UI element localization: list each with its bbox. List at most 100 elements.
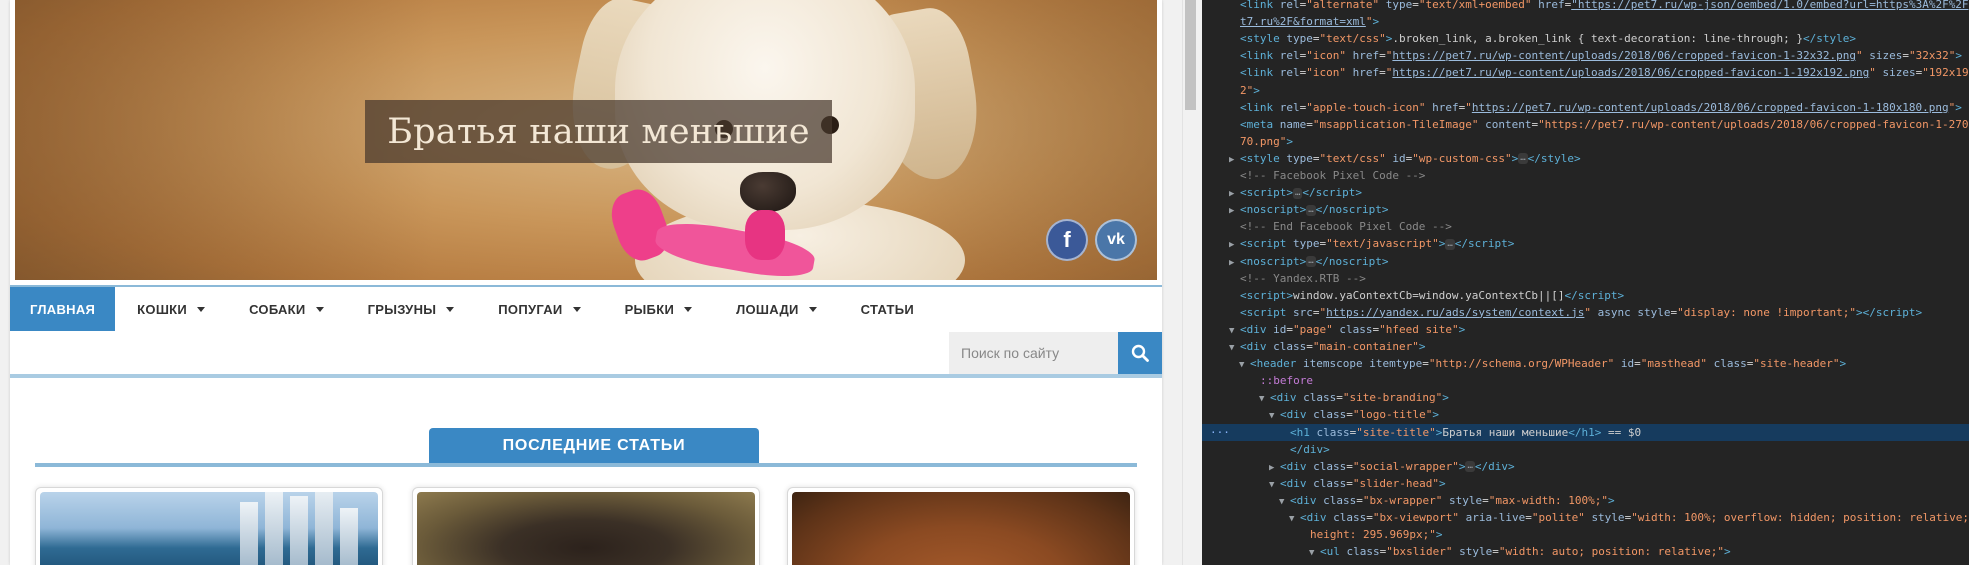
article-thumbnail-city[interactable] bbox=[40, 492, 378, 565]
dom-tree-node[interactable]: ▼ <div class="slider-head"> bbox=[1202, 475, 1969, 492]
dom-node-markup: <script>… </script> bbox=[1240, 186, 1363, 200]
nav-divider bbox=[10, 374, 1162, 378]
dom-tree-node[interactable]: <h1 class="site-title">Братья наши меньш… bbox=[1202, 423, 1969, 441]
nav-item[interactable]: ЛОШАДИ bbox=[714, 287, 839, 331]
search-button[interactable] bbox=[1118, 332, 1162, 374]
dom-tree-node[interactable]: <link rel="icon" href="https://pet7.ru/w… bbox=[1202, 64, 1969, 81]
node-actions-icon[interactable]: ··· bbox=[1210, 424, 1230, 441]
vk-icon[interactable]: vk bbox=[1095, 219, 1137, 261]
dom-tree-node[interactable]: <link rel="apple-touch-icon" href="https… bbox=[1202, 99, 1969, 116]
website-viewport: Братья наши меньшие f vk ГЛАВНАЯ КОШКИ СОБ… bbox=[0, 0, 1202, 565]
search-input[interactable] bbox=[949, 332, 1118, 374]
nav-item-label: КОШКИ bbox=[137, 301, 188, 317]
latest-articles-header: ПОСЛЕДНИЕ СТАТЬИ bbox=[35, 428, 1137, 468]
caret-down-icon bbox=[684, 307, 693, 312]
nav-item[interactable]: ГЛАВНАЯ bbox=[10, 287, 116, 331]
site-title[interactable]: Братья наши меньшие bbox=[387, 112, 810, 152]
dom-tree-node[interactable]: ▶ <div class="social-wrapper">… </div> bbox=[1202, 458, 1969, 475]
dom-tree-node[interactable]: height: 295.969px;"> bbox=[1202, 526, 1969, 543]
dom-node-markup: <link rel="apple-touch-icon" href="https… bbox=[1240, 100, 1962, 114]
dom-tree-node[interactable]: 70.png"> bbox=[1202, 133, 1969, 150]
dom-tree-node[interactable]: <style type="text/css">.broken_link, a.b… bbox=[1202, 30, 1969, 47]
nav-item[interactable]: РЫБКИ bbox=[603, 287, 715, 331]
facebook-icon[interactable]: f bbox=[1046, 219, 1088, 261]
caret-down-icon bbox=[572, 307, 581, 312]
nav-item-label: ГЛАВНАЯ bbox=[30, 301, 96, 317]
dom-tree-node[interactable]: ::before bbox=[1202, 372, 1969, 389]
dom-node-markup: t7.ru%2F&format=xml"> bbox=[1240, 15, 1380, 29]
expand-arrow-icon[interactable]: ▼ bbox=[1309, 545, 1320, 562]
dom-node-markup: <style type="text/css" id="wp-custom-css… bbox=[1240, 151, 1581, 165]
nav-item-label: ГРЫЗУНЫ bbox=[367, 301, 437, 317]
hero-slider: Братья наши меньшие f vk bbox=[15, 0, 1157, 280]
dom-tree-node[interactable]: ▼ <div id="page" class="hfeed site"> bbox=[1202, 321, 1969, 338]
dom-tree-node[interactable]: <script>window.yaContextCb=window.yaCont… bbox=[1202, 287, 1969, 304]
nav-item[interactable]: СОБАКИ bbox=[227, 287, 346, 331]
dom-node-markup: <!-- End Facebook Pixel Code --> bbox=[1240, 220, 1452, 234]
dom-node-markup: <link rel="alternate" type="text/xml+oem… bbox=[1240, 0, 1969, 11]
dom-tree-node[interactable]: 2"> bbox=[1202, 82, 1969, 99]
dom-tree-node[interactable]: t7.ru%2F&format=xml"> bbox=[1202, 13, 1969, 30]
dom-tree-node[interactable]: </div> bbox=[1202, 441, 1969, 458]
nav-item-label: СТАТЬИ bbox=[860, 301, 915, 317]
dom-node-markup: <meta name="msapplication-TileImage" con… bbox=[1240, 117, 1969, 131]
dom-node-markup: <header itemscope itemtype="http://schem… bbox=[1250, 357, 1847, 371]
article-card[interactable] bbox=[35, 487, 383, 565]
dom-tree-node[interactable]: <!-- Yandex.RTB --> bbox=[1202, 270, 1969, 287]
dom-tree-node[interactable]: <!-- End Facebook Pixel Code --> bbox=[1202, 218, 1969, 235]
dom-tree-node[interactable]: ▼ <div class="site-branding"> bbox=[1202, 389, 1969, 406]
pink-ribbon bbox=[604, 180, 818, 280]
dom-node-markup: ::before bbox=[1260, 374, 1313, 388]
dom-tree-node[interactable]: ▼ <div class="bx-wrapper" style="max-widt… bbox=[1202, 492, 1969, 509]
site-search bbox=[949, 332, 1162, 374]
dom-tree-node[interactable]: ▼ <header itemscope itemtype="http://sche… bbox=[1202, 355, 1969, 372]
dom-tree-node[interactable]: ▼ <div class="logo-title"> bbox=[1202, 406, 1969, 423]
dom-tree-node[interactable]: ▶ <script type="text/javascript">… </scrip… bbox=[1202, 235, 1969, 252]
page-scrollbar[interactable] bbox=[1182, 0, 1197, 565]
dom-tree-node[interactable]: <script src="https://yandex.ru/ads/syste… bbox=[1202, 304, 1969, 321]
dom-node-markup: <script>window.yaContextCb=window.yaCont… bbox=[1240, 288, 1625, 302]
devtools-elements-panel: <link rel="alternate" type="text/xml+oem… bbox=[1202, 0, 1969, 565]
scrollbar-thumb[interactable] bbox=[1185, 0, 1196, 110]
latest-articles-title: ПОСЛЕДНИЕ СТАТЬИ bbox=[429, 428, 759, 463]
dom-node-markup: <link rel="icon" href="https://pet7.ru/w… bbox=[1240, 49, 1962, 63]
nav-item[interactable]: КОШКИ bbox=[115, 287, 227, 331]
dom-tree-node[interactable]: <!-- Facebook Pixel Code --> bbox=[1202, 167, 1969, 184]
dom-node-markup: <!-- Yandex.RTB --> bbox=[1240, 271, 1366, 285]
dom-node-markup: </div> bbox=[1290, 442, 1330, 456]
article-card[interactable] bbox=[787, 487, 1135, 565]
page-container: Братья наши меньшие f vk ГЛАВНАЯ КОШКИ СОБ… bbox=[10, 0, 1162, 565]
dom-node-markup: <link rel="icon" href="https://pet7.ru/w… bbox=[1240, 66, 1969, 80]
nav-item[interactable]: ГРЫЗУНЫ bbox=[346, 287, 477, 331]
article-thumbnail-dog[interactable] bbox=[417, 492, 755, 565]
dom-node-markup: height: 295.969px;"> bbox=[1310, 528, 1443, 542]
dom-node-markup: <div class="bx-wrapper" style="max-width… bbox=[1290, 493, 1615, 507]
dom-tree-node[interactable]: ▶ <script>… </script> bbox=[1202, 184, 1969, 201]
dom-tree-node[interactable]: <meta name="msapplication-TileImage" con… bbox=[1202, 116, 1969, 133]
dom-tree-node[interactable]: ▶ <noscript>… </noscript> bbox=[1202, 253, 1969, 270]
article-card[interactable] bbox=[412, 487, 760, 565]
dom-node-markup: <noscript>… </noscript> bbox=[1240, 254, 1389, 268]
dom-tree-node[interactable]: ▶ <style type="text/css" id="wp-custom-cs… bbox=[1202, 150, 1969, 167]
caret-down-icon bbox=[446, 307, 455, 312]
dom-node-markup: 70.png"> bbox=[1240, 134, 1293, 148]
article-thumbnail-dog[interactable] bbox=[792, 492, 1130, 565]
nav-item[interactable]: ПОПУГАИ bbox=[476, 287, 602, 331]
dom-tree-node[interactable]: <link rel="alternate" type="text/xml+oem… bbox=[1202, 0, 1969, 13]
dom-node-markup: <ul class="bxslider" style="width: auto;… bbox=[1320, 545, 1731, 559]
dom-node-markup: <div class="bx-viewport" aria-live="poli… bbox=[1300, 511, 1969, 524]
dom-node-markup: <div class="logo-title"> bbox=[1280, 408, 1439, 422]
dom-tree-node[interactable]: ▼ <div class="main-container"> bbox=[1202, 338, 1969, 355]
nav-item[interactable]: СТАТЬИ bbox=[839, 287, 936, 331]
dom-node-markup: <div id="page" class="hfeed site"> bbox=[1240, 322, 1466, 336]
main-navigation: ГЛАВНАЯ КОШКИ СОБАКИ ГРЫЗУНЫ ПОПУГАИ РЫБКИ ЛОШ… bbox=[10, 285, 1162, 331]
social-links: f vk bbox=[1046, 219, 1137, 261]
dom-node-markup: <noscript>… </noscript> bbox=[1240, 203, 1389, 217]
dom-tree-node[interactable]: ▶ <noscript>… </noscript> bbox=[1202, 201, 1969, 218]
dom-tree-node[interactable]: ▼ <ul class="bxslider" style="width: auto… bbox=[1202, 543, 1969, 560]
dom-node-markup: <div class="social-wrapper">… </div> bbox=[1280, 459, 1515, 473]
dom-tree-node[interactable]: ▼ <div class="bx-viewport" aria-live="pol… bbox=[1202, 509, 1969, 526]
dom-node-markup: <!-- Facebook Pixel Code --> bbox=[1240, 169, 1426, 182]
nav-item-label: ПОПУГАИ bbox=[498, 301, 563, 317]
dom-tree-node[interactable]: <link rel="icon" href="https://pet7.ru/w… bbox=[1202, 47, 1969, 64]
